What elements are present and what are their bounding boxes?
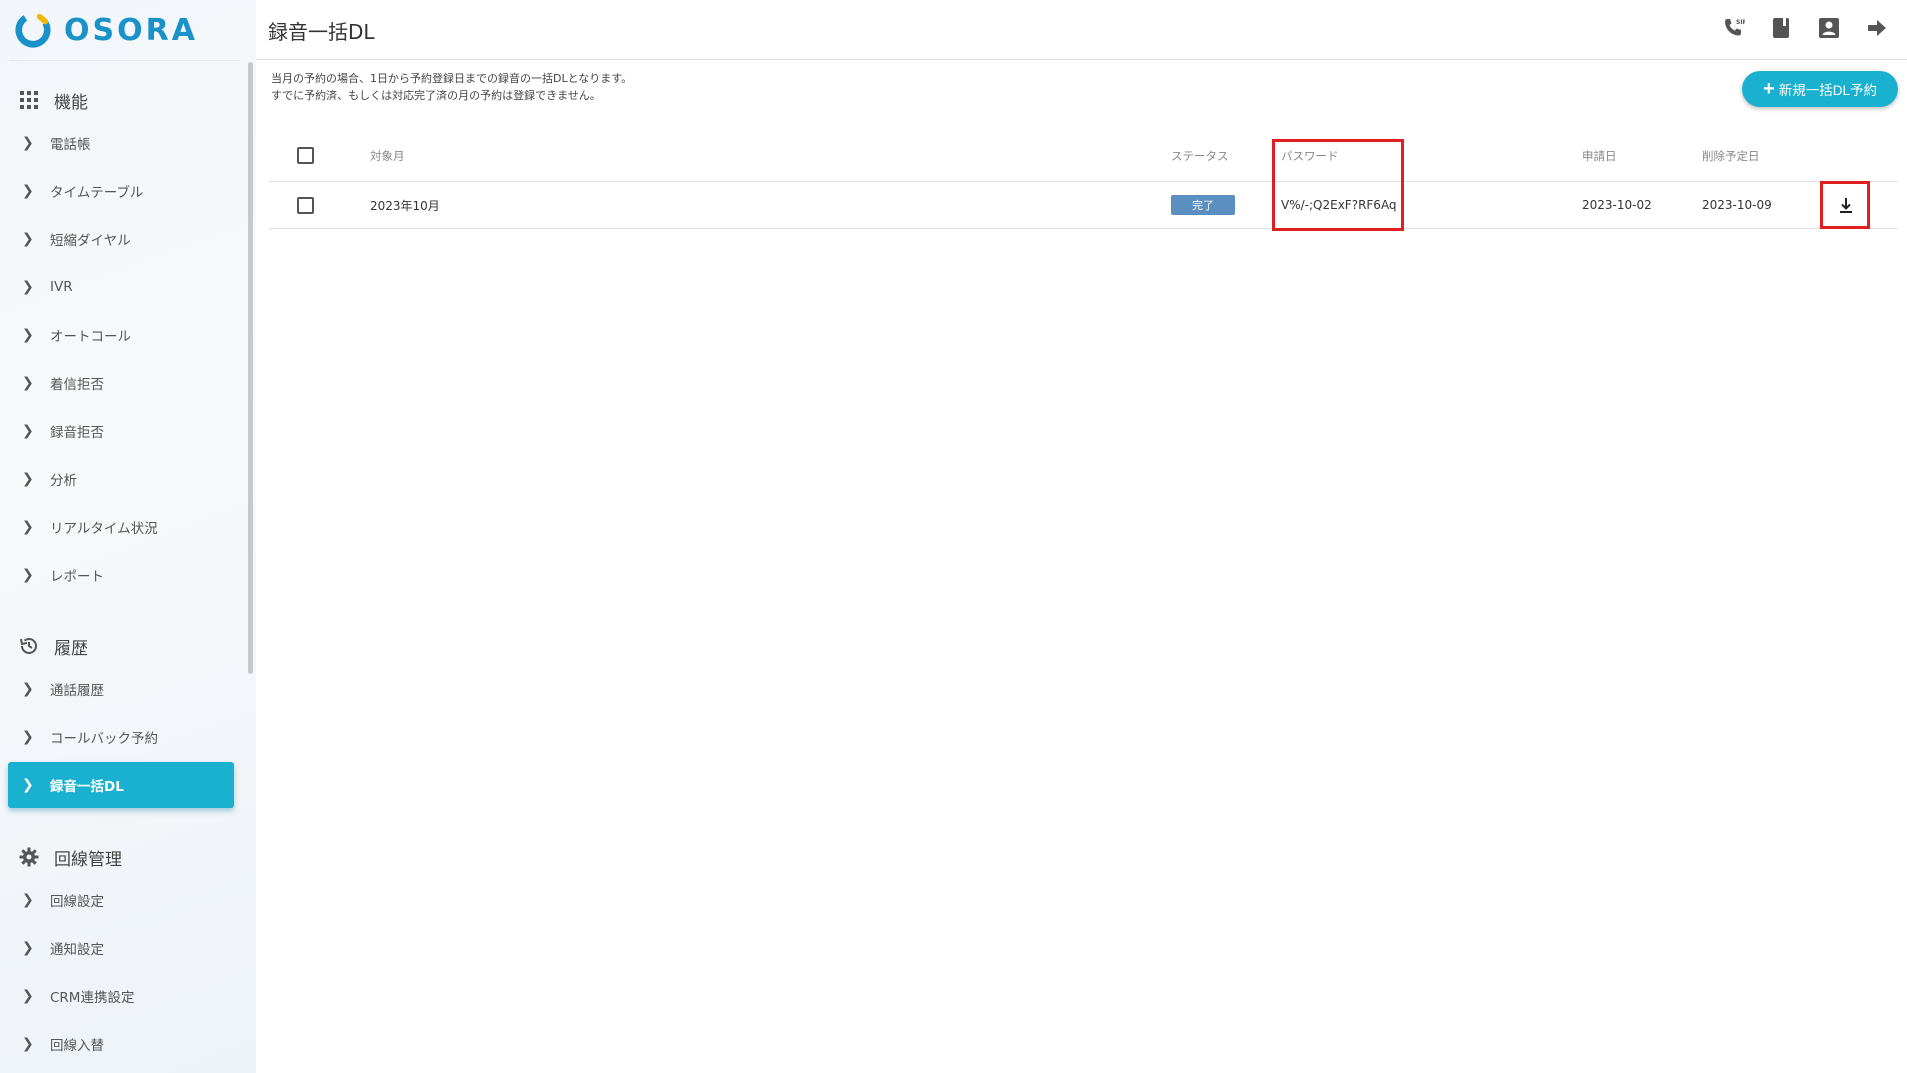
chevron-right-icon: ❯	[22, 471, 34, 487]
select-all-checkbox[interactable]	[297, 147, 314, 164]
chevron-right-icon: ❯	[22, 231, 34, 247]
section-features: 機能	[18, 86, 88, 114]
chevron-right-icon: ❯	[22, 681, 34, 697]
cell-target-month: 2023年10月	[370, 198, 440, 213]
chevron-right-icon: ❯	[22, 279, 34, 295]
sidebar-item-line-swap[interactable]: ❯ 回線入替	[8, 1021, 234, 1067]
chevron-right-icon: ❯	[22, 940, 34, 956]
chevron-right-icon: ❯	[22, 892, 34, 908]
row-checkbox[interactable]	[297, 196, 314, 214]
history-icon	[18, 635, 40, 657]
new-bulk-download-button[interactable]: + 新規一括DL予約	[1742, 71, 1898, 107]
sidebar-item-analysis[interactable]: ❯ 分析	[8, 456, 234, 502]
phonebook-icon[interactable]	[1769, 14, 1793, 42]
download-highlight-box	[1820, 181, 1870, 229]
cell-deletion-date: 2023-10-09	[1702, 198, 1772, 212]
sidebar-item-realtime[interactable]: ❯ リアルタイム状況	[8, 504, 234, 550]
sidebar-item-call-history[interactable]: ❯ 通話履歴	[8, 666, 234, 712]
sidebar-item-label: 電話帳	[50, 137, 91, 153]
sidebar-item-notification-settings[interactable]: ❯ 通知設定	[8, 925, 234, 971]
sidebar: OSORA 機能 ❯ 電話帳 ❯ タイムテーブル ❯ 短縮ダイヤル ❯ IVR ❯ オート…	[0, 0, 256, 1073]
chevron-right-icon: ❯	[22, 519, 34, 535]
plus-icon: +	[1763, 77, 1775, 100]
page-title: 録音一括DL	[268, 20, 375, 44]
select-all-cell	[297, 130, 314, 181]
column-status[interactable]: ステータス	[1171, 130, 1229, 181]
new-button-label: 新規一括DL予約	[1778, 83, 1877, 98]
notice-line: すでに予約済、もしくは対応完了済の月の予約は登録できません。	[271, 89, 601, 102]
logo[interactable]: OSORA	[14, 10, 198, 50]
sidebar-item-record-reject[interactable]: ❯ 録音拒否	[8, 408, 234, 454]
sidebar-item-label: IVR	[50, 279, 73, 295]
sidebar-item-label: 録音一括DL	[50, 779, 124, 795]
sidebar-item-label: コールバック予約	[50, 731, 158, 747]
sidebar-item-label: 短縮ダイヤル	[50, 233, 131, 249]
sidebar-item-label: 通知設定	[50, 942, 104, 958]
sidebar-item-label: 通話履歴	[50, 683, 104, 699]
sidebar-item-timetable[interactable]: ❯ タイムテーブル	[8, 168, 234, 214]
notice-text: 当月の予約の場合、1日から予約登録日までの録音の一括DLとなります。 すでに予約…	[271, 70, 632, 104]
password-highlight-box	[1272, 139, 1404, 231]
sidebar-item-report[interactable]: ❯ レポート	[8, 552, 234, 598]
chevron-right-icon: ❯	[22, 988, 34, 1004]
sidebar-item-label: 録音拒否	[50, 425, 104, 441]
sidebar-item-line-settings[interactable]: ❯ 回線設定	[8, 877, 234, 923]
section-label: 回線管理	[54, 849, 122, 870]
sidebar-item-label: レポート	[50, 569, 104, 585]
sidebar-item-autocall[interactable]: ❯ オートコール	[8, 312, 234, 358]
sidebar-item-ivr[interactable]: ❯ IVR	[8, 264, 234, 310]
account-icon[interactable]	[1817, 14, 1841, 42]
sidebar-item-label: 回線入替	[50, 1038, 104, 1054]
sidebar-scrollbar[interactable]	[248, 62, 253, 674]
section-history: 履歴	[18, 632, 88, 660]
logout-icon[interactable]	[1865, 14, 1889, 42]
sidebar-item-label: CRM連携設定	[50, 990, 135, 1006]
chevron-right-icon: ❯	[22, 423, 34, 439]
sidebar-item-label: オートコール	[50, 329, 131, 345]
section-label: 機能	[54, 92, 88, 113]
cell-status: 完了	[1171, 182, 1235, 228]
chevron-right-icon: ❯	[22, 327, 34, 343]
logo-mark-icon	[15, 12, 51, 48]
row-select-cell	[297, 182, 314, 228]
sidebar-item-label: リアルタイム状況	[50, 521, 158, 537]
top-bar: 録音一括DL SIP	[256, 0, 1907, 60]
sip-phone-icon[interactable]: SIP	[1721, 14, 1745, 42]
sidebar-item-label: 着信拒否	[50, 377, 104, 393]
logo-divider	[10, 60, 240, 61]
section-label: 履歴	[54, 638, 88, 659]
column-target-month[interactable]: 対象月	[370, 130, 405, 181]
section-line-management: 回線管理	[18, 843, 122, 871]
svg-text:SIP: SIP	[1736, 19, 1745, 26]
chevron-right-icon: ❯	[22, 375, 34, 391]
chevron-right-icon: ❯	[22, 183, 34, 199]
table-header: 対象月 ステータス パスワード 申請日 削除予定日	[269, 130, 1898, 182]
grid-icon	[18, 89, 40, 111]
status-badge: 完了	[1171, 195, 1235, 215]
column-deletion-date[interactable]: 削除予定日	[1702, 130, 1760, 181]
chevron-right-icon: ❯	[22, 777, 34, 793]
chevron-right-icon: ❯	[22, 1036, 34, 1052]
logo-text: OSORA	[64, 12, 198, 48]
sidebar-item-speed-dial[interactable]: ❯ 短縮ダイヤル	[8, 216, 234, 262]
sidebar-item-label: タイムテーブル	[50, 185, 144, 201]
sidebar-item-bulk-download[interactable]: ❯ 録音一括DL	[8, 762, 234, 808]
column-requested-date[interactable]: 申請日	[1582, 130, 1617, 181]
sidebar-item-crm-settings[interactable]: ❯ CRM連携設定	[8, 973, 234, 1019]
sidebar-item-callback[interactable]: ❯ コールバック予約	[8, 714, 234, 760]
table-row: 2023年10月 完了 V%/-;Q2ExF?RF6Aq 2023-10-02 …	[269, 182, 1898, 229]
gear-icon	[18, 846, 40, 868]
sidebar-item-label: 分析	[50, 473, 77, 489]
sidebar-item-label: 回線設定	[50, 894, 104, 910]
chevron-right-icon: ❯	[22, 135, 34, 151]
chevron-right-icon: ❯	[22, 567, 34, 583]
chevron-right-icon: ❯	[22, 729, 34, 745]
cell-requested-date: 2023-10-02	[1582, 198, 1652, 212]
sidebar-item-phonebook[interactable]: ❯ 電話帳	[8, 120, 234, 166]
notice-line: 当月の予約の場合、1日から予約登録日までの録音の一括DLとなります。	[271, 72, 633, 85]
top-icons: SIP	[1721, 14, 1889, 42]
sidebar-item-call-reject[interactable]: ❯ 着信拒否	[8, 360, 234, 406]
